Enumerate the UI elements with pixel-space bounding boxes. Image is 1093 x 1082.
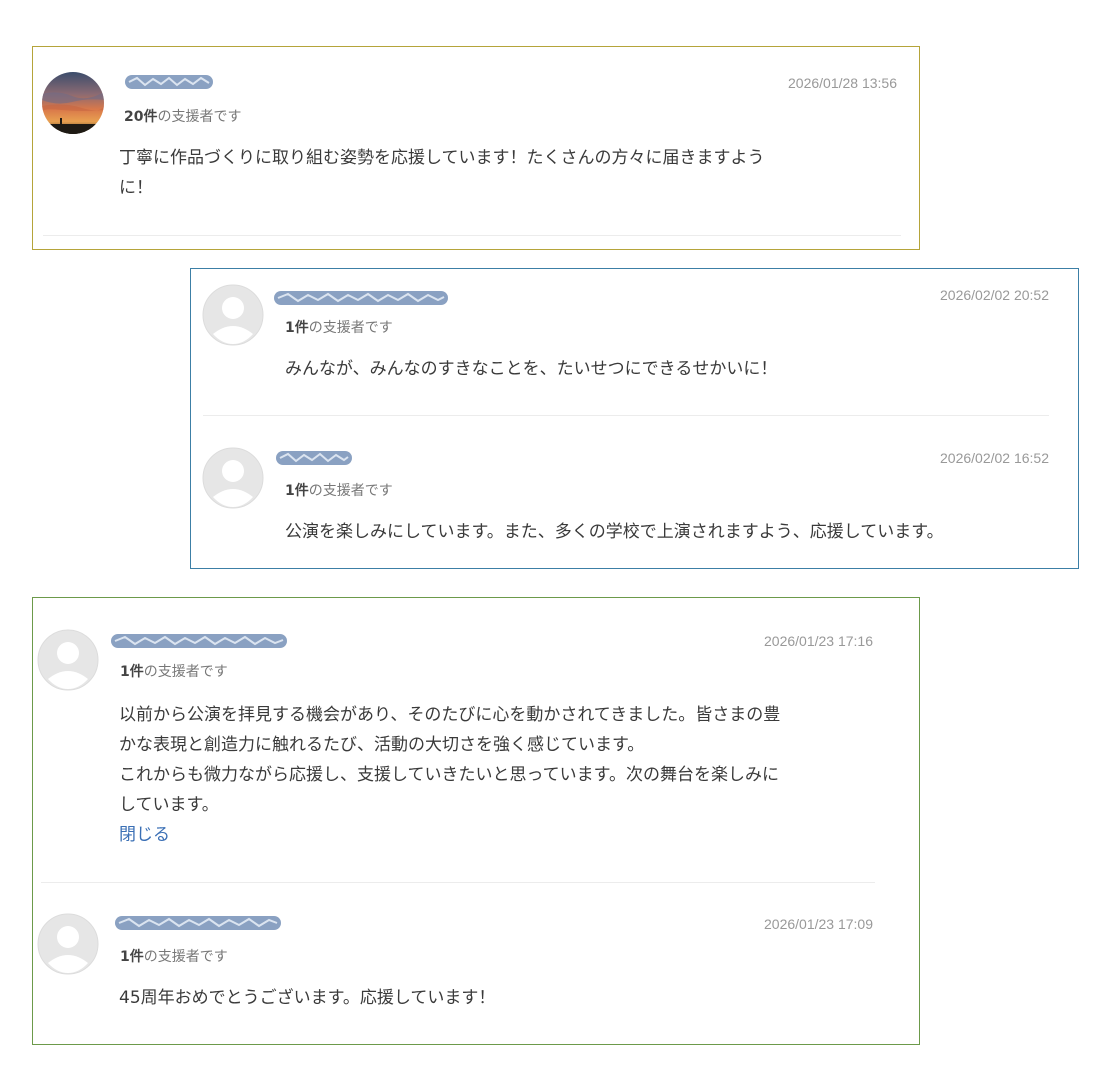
comment-date: 2026/01/23 17:16 bbox=[764, 633, 873, 649]
comment-body-line: 45周年おめでとうございます。応援しています！ bbox=[119, 988, 496, 1008]
comment-body-line: に！ bbox=[119, 178, 153, 198]
supporter-count: 1件の支援者です bbox=[285, 480, 393, 500]
divider bbox=[43, 235, 901, 236]
comment-body-line: みんなが、みんなのすきなことを、たいせつにできるせかいに！ bbox=[285, 359, 778, 379]
supporter-count-number: 1件 bbox=[285, 320, 309, 336]
blurred-username[interactable] bbox=[125, 75, 213, 89]
comment-body: 45周年おめでとうございます。応援しています！ bbox=[119, 983, 899, 1013]
comment-date: 2026/01/23 17:09 bbox=[764, 916, 873, 932]
default-user-avatar-icon[interactable] bbox=[37, 913, 99, 975]
comment-body: みんなが、みんなのすきなことを、たいせつにできるせかいに！ bbox=[285, 354, 1065, 384]
comment-body-line: 公演を楽しみにしています。また、多くの学校で上演されますよう、応援しています。 bbox=[285, 522, 944, 542]
supporter-count-label: の支援者です bbox=[157, 109, 242, 125]
comment-card-1: 2026/01/28 13:56 20件の支援者です 丁寧に作品づくりに取り組む… bbox=[32, 46, 920, 250]
comment-date: 2026/02/02 20:52 bbox=[940, 287, 1049, 303]
collapse-link[interactable]: 閉じる bbox=[119, 820, 899, 850]
comment-body-line: しています。 bbox=[119, 795, 219, 815]
comment: 2026/01/28 13:56 20件の支援者です 丁寧に作品づくりに取り組む… bbox=[33, 47, 919, 249]
supporter-count: 20件の支援者です bbox=[124, 106, 241, 126]
supporter-count: 1件の支援者です bbox=[285, 317, 393, 337]
comment-body: 丁寧に作品づくりに取り組む姿勢を応援しています！たくさんの方々に届きますよう に… bbox=[119, 143, 899, 203]
comment-body: 公演を楽しみにしています。また、多くの学校で上演されますよう、応援しています。 bbox=[285, 517, 1075, 547]
supporter-count-label: の支援者です bbox=[308, 483, 393, 499]
supporter-count-number: 1件 bbox=[120, 664, 144, 680]
comment-card-2: 2026/02/02 20:52 1件の支援者です みんなが、みんなのすきなこと… bbox=[190, 268, 1079, 569]
supporter-count-label: の支援者です bbox=[143, 664, 228, 680]
default-user-avatar-icon[interactable] bbox=[202, 284, 264, 346]
comment-date: 2026/02/02 16:52 bbox=[940, 450, 1049, 466]
supporter-count-label: の支援者です bbox=[143, 949, 228, 965]
supporter-count: 1件の支援者です bbox=[120, 661, 228, 681]
default-user-avatar-icon[interactable] bbox=[202, 447, 264, 509]
supporter-count-label: の支援者です bbox=[308, 320, 393, 336]
comment-body: 以前から公演を拝見する機会があり、そのたびに心を動かされてきました。皆さまの豊 … bbox=[119, 700, 899, 850]
comment-date: 2026/01/28 13:56 bbox=[788, 75, 897, 91]
comment-body-line: 以前から公演を拝見する機会があり、そのたびに心を動かされてきました。皆さまの豊 bbox=[119, 705, 781, 725]
comment-body-line: 丁寧に作品づくりに取り組む姿勢を応援しています！たくさんの方々に届きますよう bbox=[119, 148, 765, 168]
blurred-username[interactable] bbox=[274, 291, 448, 305]
divider bbox=[41, 882, 875, 883]
divider bbox=[203, 415, 1049, 416]
blurred-username[interactable] bbox=[111, 634, 287, 648]
sunset-photo-avatar[interactable] bbox=[42, 72, 104, 134]
comment-card-3: 2026/01/23 17:16 1件の支援者です 以前から公演を拝見する機会が… bbox=[32, 597, 920, 1045]
supporter-count-number: 1件 bbox=[285, 483, 309, 499]
supporter-count: 1件の支援者です bbox=[120, 946, 228, 966]
comment-body-line: これからも微力ながら応援し、支援していきたいと思っています。次の舞台を楽しみに bbox=[119, 765, 779, 785]
supporter-count-number: 20件 bbox=[124, 109, 158, 125]
default-user-avatar-icon[interactable] bbox=[37, 629, 99, 691]
blurred-username[interactable] bbox=[276, 451, 352, 465]
comment-body-line: かな表現と創造力に触れるたび、活動の大切さを強く感じています。 bbox=[119, 735, 645, 755]
supporter-count-number: 1件 bbox=[120, 949, 144, 965]
blurred-username[interactable] bbox=[115, 916, 281, 930]
